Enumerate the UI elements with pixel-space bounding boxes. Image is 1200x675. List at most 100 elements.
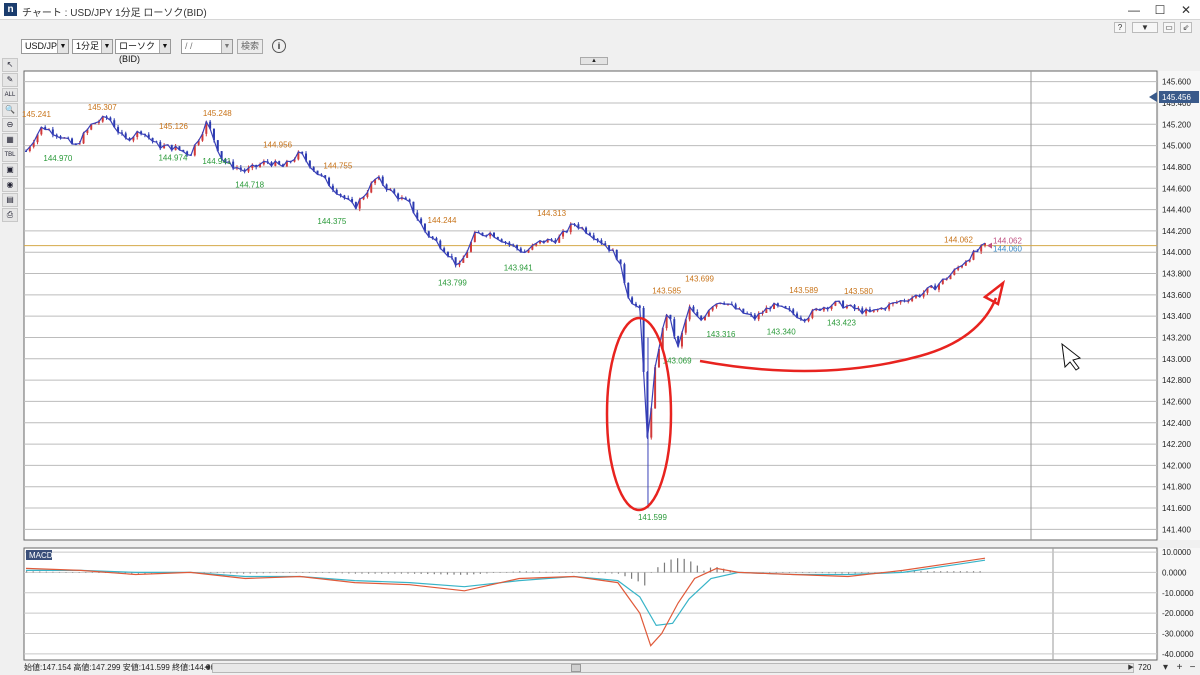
macd-histogram-bar — [236, 572, 238, 574]
high-price-label: 145.307 — [88, 103, 117, 112]
macd-histogram-bar — [367, 572, 370, 574]
low-price-label: 144.718 — [235, 181, 264, 190]
macd-histogram-bar — [486, 572, 488, 574]
macd-histogram-bar — [782, 572, 784, 573]
macd-histogram-bar — [545, 571, 547, 573]
macd-histogram-bar — [243, 572, 245, 574]
macd-histogram-bar — [295, 572, 297, 573]
macd-histogram-bar — [979, 571, 981, 573]
bottom-status-bar: 始値:147.154 高値:147.299 安値:141.599 終値:144.… — [0, 661, 1200, 675]
horizontal-scrollbar[interactable] — [212, 663, 1134, 673]
high-price-label: 144.755 — [323, 162, 352, 171]
macd-histogram-bar — [85, 572, 87, 573]
macd-histogram-bar — [52, 571, 54, 573]
chart-area[interactable]: 145.600145.400145.200145.000144.800144.6… — [0, 0, 1200, 675]
macd-histogram-bar — [630, 572, 633, 579]
macd-histogram-bar — [374, 572, 376, 574]
macd-axis-tick: 0.0000 — [1162, 568, 1187, 577]
price-axis-tick: 142.400 — [1162, 419, 1191, 428]
bars-count: 720 — [1138, 663, 1152, 672]
macd-histogram-bar — [617, 572, 620, 574]
macd-histogram-bar — [308, 572, 310, 573]
macd-histogram-bar — [808, 572, 810, 573]
high-price-label: 144.244 — [428, 216, 457, 225]
macd-histogram-bar — [558, 572, 560, 573]
price-axis-tick: 143.800 — [1162, 270, 1191, 279]
macd-histogram-bar — [341, 572, 343, 574]
price-axis-tick: 144.800 — [1162, 163, 1191, 172]
price-axis-tick: 142.800 — [1162, 376, 1191, 385]
macd-histogram-bar — [854, 572, 856, 574]
scroll-left-button[interactable]: ◀ — [202, 663, 212, 673]
macd-histogram-bar — [775, 572, 777, 573]
macd-histogram-bar — [492, 572, 495, 573]
macd-histogram-bar — [328, 572, 330, 574]
macd-histogram-bar — [506, 572, 508, 573]
price-axis-tick: 145.200 — [1162, 120, 1191, 129]
price-axis-tick: 142.000 — [1162, 461, 1191, 470]
scroll-right-button[interactable]: ▶ — [1126, 663, 1136, 673]
scrollbar-thumb[interactable] — [571, 664, 581, 672]
zoom-out-button[interactable]: − — [1187, 662, 1198, 673]
macd-histogram-bar — [58, 571, 61, 573]
macd-histogram-bar — [210, 572, 212, 573]
macd-histogram-bar — [519, 571, 521, 573]
macd-histogram-bar — [440, 572, 442, 575]
macd-histogram-bar — [867, 572, 869, 573]
macd-histogram-bar — [532, 571, 534, 573]
macd-histogram-bar — [466, 572, 468, 575]
macd-histogram-bar — [249, 572, 251, 574]
macd-histogram-bar — [650, 572, 652, 573]
macd-histogram-bar — [282, 572, 284, 573]
low-price-label: 144.375 — [317, 217, 346, 226]
macd-histogram-bar — [407, 572, 409, 574]
high-price-label: 145.248 — [203, 109, 232, 118]
price-axis-tick: 143.200 — [1162, 333, 1191, 342]
macd-axis-tick: -20.0000 — [1162, 609, 1194, 618]
macd-histogram-bar — [604, 572, 606, 574]
macd-histogram-bar — [920, 571, 922, 573]
macd-histogram-bar — [479, 572, 481, 574]
high-price-label: 144.062 — [944, 236, 973, 245]
macd-axis-tick: -10.0000 — [1162, 589, 1194, 598]
macd-histogram-bar — [637, 572, 639, 582]
macd-histogram-bar — [591, 572, 593, 573]
macd-histogram-bar — [578, 572, 580, 573]
price-axis-tick: 143.600 — [1162, 291, 1191, 300]
macd-histogram-bar — [446, 572, 449, 575]
macd-histogram-bar — [78, 572, 80, 573]
low-price-label: 143.340 — [767, 328, 796, 337]
macd-histogram-bar — [663, 562, 666, 573]
price-axis-tick: 142.200 — [1162, 440, 1191, 449]
bars-dropdown-icon[interactable]: ▾ — [1160, 662, 1171, 673]
price-axis-tick: 144.400 — [1162, 206, 1191, 215]
macd-histogram-bar — [848, 572, 850, 574]
macd-histogram-bar — [644, 572, 646, 586]
macd-histogram-bar — [552, 571, 554, 573]
macd-axis-panel — [1159, 548, 1200, 660]
macd-histogram-bar — [26, 571, 28, 573]
zoom-in-button[interactable]: + — [1174, 662, 1185, 673]
macd-histogram-bar — [940, 571, 942, 573]
macd-histogram-bar — [512, 571, 514, 573]
macd-histogram-bar — [670, 559, 672, 573]
macd-histogram-bar — [499, 572, 501, 573]
macd-histogram-bar — [289, 572, 291, 573]
price-axis-tick: 145.000 — [1162, 142, 1191, 151]
macd-label: MACD — [29, 551, 53, 560]
macd-histogram-bar — [256, 572, 258, 574]
macd-histogram-bar — [966, 571, 968, 573]
price-axis-tick: 143.400 — [1162, 312, 1191, 321]
high-price-label: 144.313 — [537, 209, 566, 218]
macd-histogram-bar — [834, 572, 837, 574]
macd-histogram-bar — [91, 572, 93, 573]
macd-histogram-bar — [32, 571, 34, 573]
macd-histogram-bar — [262, 572, 264, 574]
macd-histogram-bar — [302, 572, 304, 573]
macd-axis-tick: -40.0000 — [1162, 650, 1194, 659]
high-price-label: 143.580 — [844, 287, 873, 296]
macd-histogram-bar — [427, 572, 429, 575]
macd-histogram-bar — [223, 572, 225, 574]
price-axis-tick: 144.200 — [1162, 227, 1191, 236]
macd-histogram-bar — [453, 572, 455, 575]
